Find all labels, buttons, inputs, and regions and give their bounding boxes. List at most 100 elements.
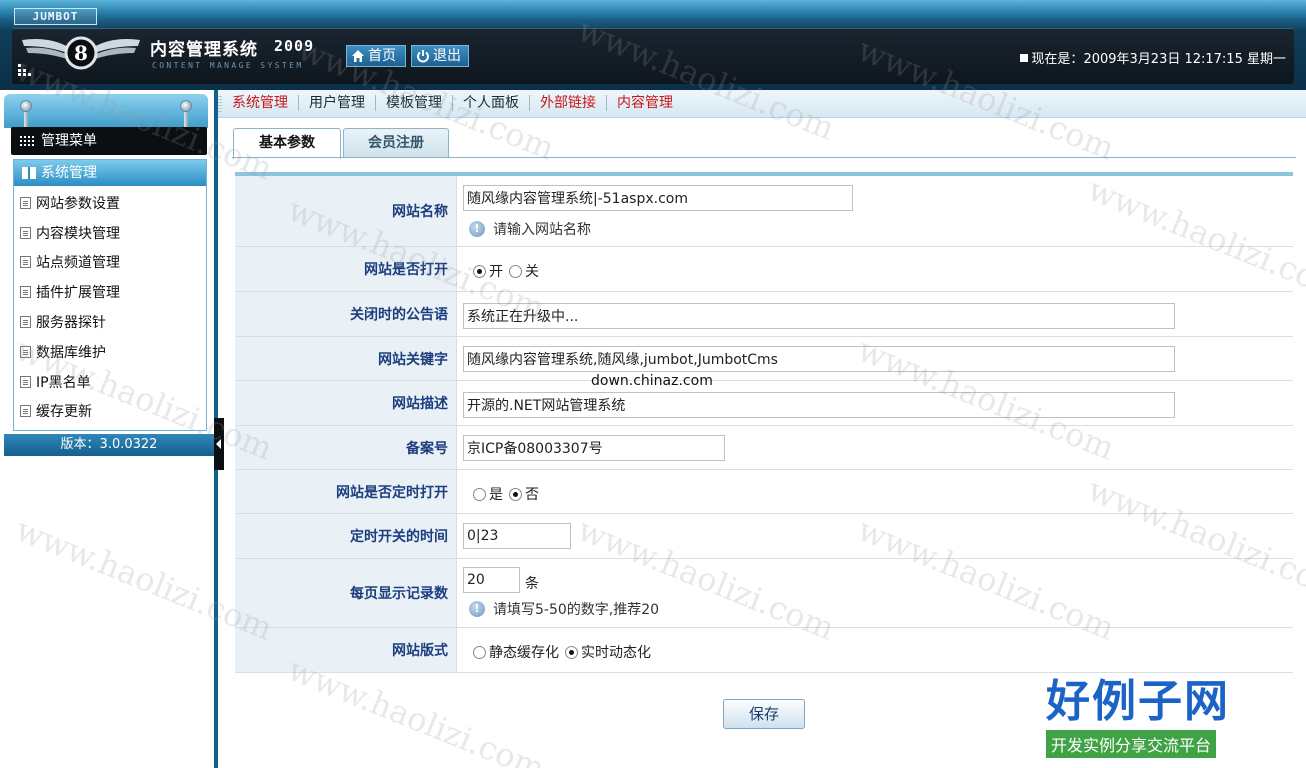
nav-item-2[interactable]: 模板管理 <box>376 95 453 111</box>
brand-title: 内容管理系统 <box>150 40 258 60</box>
app-header: JUMBOT 8 内容管理系统 2009 CONTENT MANAGE SYST… <box>0 0 1306 90</box>
document-icon <box>20 316 31 329</box>
close-notice-input[interactable] <box>463 303 1175 329</box>
menu-title-label: 管理菜单 <box>41 133 97 149</box>
document-icon <box>20 256 31 269</box>
sidebar-item[interactable]: IP黑名单 <box>14 367 206 397</box>
radio-label: 是 <box>489 487 503 503</box>
site-name-label: 网站名称 <box>235 176 457 246</box>
row-timed-range: 定时开关的时间 <box>235 514 1293 559</box>
nav-items: 系统管理 用户管理 模板管理 个人面板 外部链接 内容管理 <box>232 95 683 111</box>
radio-label: 关 <box>525 264 539 280</box>
save-button[interactable]: 保存 <box>723 699 805 729</box>
sidebar-item-label: 内容模块管理 <box>36 225 120 242</box>
nav-item-3[interactable]: 个人面板 <box>453 95 530 111</box>
tab-member-register[interactable]: 会员注册 <box>343 128 449 158</box>
brand-watermark: 好例子网 开发实例分享交流平台 <box>1046 676 1260 758</box>
site-mode-label: 网站版式 <box>235 628 457 672</box>
site-mode-radio-static[interactable]: 静态缓存化 <box>473 642 559 662</box>
logout-button[interactable]: 退出 <box>411 45 469 67</box>
row-site-open: 网站是否打开 开 关 <box>235 247 1293 292</box>
menu-section-label: 系统管理 <box>41 165 97 181</box>
timed-open-radio-yes[interactable]: 是 <box>473 484 503 504</box>
keywords-input[interactable] <box>463 346 1175 372</box>
nav-item-0[interactable]: 系统管理 <box>232 95 299 111</box>
current-datetime: 现在是：2009年3月23日 12:17:15 星期一 <box>1020 48 1286 67</box>
row-description: 网站描述 <box>235 381 1293 426</box>
radio-unchecked-icon[interactable] <box>509 264 522 278</box>
home-icon <box>352 50 364 62</box>
power-icon <box>417 50 429 63</box>
sidebar-item[interactable]: 缓存更新 <box>14 397 206 427</box>
page-size-input[interactable] <box>463 567 520 593</box>
brand-watermark-name: 好例子网 <box>1046 676 1230 727</box>
row-page-size: 每页显示记录数 条 ! 请填写5-50的数字,推荐20 <box>235 559 1293 628</box>
sidebar-item-label: 插件扩展管理 <box>36 285 120 302</box>
radio-unchecked-icon[interactable] <box>473 487 486 501</box>
description-label: 网站描述 <box>235 381 457 425</box>
radio-label: 开 <box>489 264 503 280</box>
collapse-sidebar-button[interactable] <box>214 418 224 470</box>
keywords-label: 网站关键字 <box>235 337 457 380</box>
site-mode-radio-dynamic[interactable]: 实时动态化 <box>565 642 651 662</box>
book-icon <box>22 167 36 179</box>
brand-year: 2009 <box>274 37 315 55</box>
tabs-row: 基本参数 会员注册 <box>224 118 1306 159</box>
document-icon <box>20 405 31 418</box>
vendor-badge: JUMBOT <box>14 8 97 25</box>
sidebar-item[interactable]: 数据库维护 <box>14 337 206 367</box>
radio-label: 静态缓存化 <box>489 645 559 661</box>
square-bullet-icon <box>1020 54 1029 62</box>
nav-item-4[interactable]: 外部链接 <box>530 95 607 111</box>
document-icon <box>20 345 31 358</box>
pin-icon <box>180 100 192 128</box>
radio-checked-icon[interactable] <box>565 645 578 659</box>
sidebar-item[interactable]: 内容模块管理 <box>14 218 206 248</box>
site-name-hint: ! 请输入网站名称 <box>469 219 591 239</box>
settings-form: 网站名称 ! 请输入网站名称 网站是否打开 开 关 关闭时的公告语 网站关键字 <box>235 172 1293 673</box>
timed-open-label: 网站是否定时打开 <box>235 470 457 513</box>
menu-panel: 系统管理 网站参数设置 内容模块管理站点频道管理插件扩展管理服务器探针 数据库维护 I… <box>13 159 207 431</box>
timed-range-input[interactable] <box>463 523 571 549</box>
site-name-hint-text: 请输入网站名称 <box>493 222 591 238</box>
sidebar-item[interactable]: 服务器探针 <box>14 307 206 337</box>
sidebar-item-label: 网站参数设置 <box>36 195 120 212</box>
row-site-mode: 网站版式 静态缓存化 实时动态化 <box>235 628 1293 673</box>
row-site-name: 网站名称 ! 请输入网站名称 <box>235 176 1293 247</box>
sidebar-item[interactable]: 插件扩展管理 <box>14 277 206 307</box>
home-button[interactable]: 首页 <box>346 45 406 67</box>
logout-label: 退出 <box>433 48 461 64</box>
radio-unchecked-icon[interactable] <box>473 645 486 659</box>
sidebar-item[interactable]: 站点频道管理 <box>14 248 206 278</box>
document-icon <box>20 286 31 299</box>
info-icon: ! <box>469 601 485 617</box>
document-icon <box>20 375 31 388</box>
brand-subtitle: CONTENT MANAGE SYSTEM <box>152 61 304 70</box>
timed-open-radio-no[interactable]: 否 <box>509 484 539 504</box>
version-label: 版本：3.0.0322 <box>4 434 214 456</box>
row-icp: 备案号 <box>235 426 1293 470</box>
tab-basic-params[interactable]: 基本参数 <box>233 128 341 159</box>
overlay-url-text: down.chinaz.com <box>591 373 713 389</box>
sidebar-item[interactable]: 网站参数设置 <box>14 188 206 218</box>
nav-item-1[interactable]: 用户管理 <box>299 95 376 111</box>
site-open-radio-on[interactable]: 开 <box>473 261 503 281</box>
icp-input[interactable] <box>463 435 725 461</box>
home-label: 首页 <box>368 48 396 64</box>
dots-icon <box>18 64 31 76</box>
nav-item-5[interactable]: 内容管理 <box>607 95 683 111</box>
radio-checked-icon[interactable] <box>509 487 522 501</box>
description-input[interactable] <box>463 392 1175 418</box>
radio-checked-icon[interactable] <box>473 264 486 278</box>
datetime-label: 现在是： <box>1031 52 1084 67</box>
row-keywords: 网站关键字 <box>235 337 1293 381</box>
radio-label: 否 <box>525 487 539 503</box>
document-icon <box>20 226 31 239</box>
info-icon: ! <box>469 221 485 237</box>
page-size-hint: ! 请填写5-50的数字,推荐20 <box>469 599 659 619</box>
menu-section-system[interactable]: 系统管理 <box>14 160 206 186</box>
site-open-radio-off[interactable]: 关 <box>509 261 539 281</box>
site-name-input[interactable] <box>463 185 853 211</box>
svg-text:8: 8 <box>74 41 88 65</box>
radio-label: 实时动态化 <box>581 645 651 661</box>
